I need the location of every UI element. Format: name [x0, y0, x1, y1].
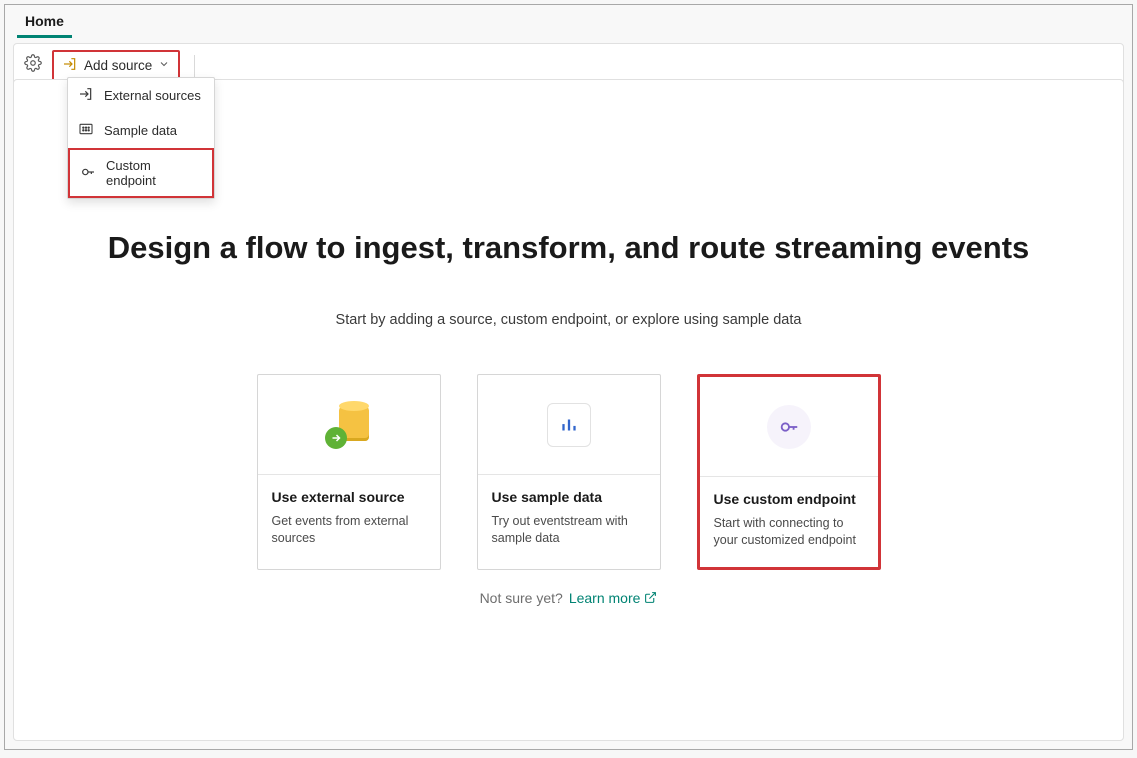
chevron-down-icon: [158, 58, 170, 73]
card-title: Use sample data: [492, 489, 646, 505]
card-title: Use custom endpoint: [714, 491, 864, 507]
arrow-in-icon: [78, 86, 94, 105]
card-sample-data[interactable]: Use sample data Try out eventstream with…: [477, 374, 661, 570]
tab-home[interactable]: Home: [17, 5, 72, 38]
tab-bar: Home: [5, 5, 1132, 39]
page-heading: Design a flow to ingest, transform, and …: [108, 230, 1030, 266]
key-endpoint-icon: [767, 405, 811, 449]
dropdown-item-label: Sample data: [104, 123, 177, 138]
add-source-icon: [62, 56, 78, 75]
database-arrow-icon: [327, 403, 371, 447]
card-icon-area: [700, 377, 878, 477]
page-subheading: Start by adding a source, custom endpoin…: [336, 312, 802, 328]
card-description: Start with connecting to your customized…: [714, 515, 864, 549]
data-grid-icon: [78, 121, 94, 140]
toolbar-divider: [194, 55, 195, 77]
card-custom-endpoint[interactable]: Use custom endpoint Start with connectin…: [697, 374, 881, 570]
key-endpoint-icon: [80, 164, 96, 183]
learn-more-row: Not sure yet? Learn more: [480, 590, 658, 606]
card-external-source[interactable]: Use external source Get events from exte…: [257, 374, 441, 570]
dropdown-item-custom-endpoint[interactable]: Custom endpoint: [68, 148, 214, 198]
dropdown-item-label: External sources: [104, 88, 201, 103]
bar-chart-icon: [547, 403, 591, 447]
add-source-label: Add source: [84, 58, 152, 73]
card-description: Try out eventstream with sample data: [492, 513, 646, 547]
gear-icon[interactable]: [24, 54, 42, 77]
not-sure-text: Not sure yet?: [480, 590, 563, 606]
card-icon-area: [478, 375, 660, 475]
dropdown-item-label: Custom endpoint: [106, 158, 202, 188]
card-title: Use external source: [272, 489, 426, 505]
dropdown-item-sample-data[interactable]: Sample data: [68, 113, 214, 148]
add-source-dropdown: External sources Sample data Custom endp…: [67, 77, 215, 199]
learn-more-link[interactable]: Learn more: [569, 590, 658, 606]
external-link-icon: [644, 591, 657, 604]
card-icon-area: [258, 375, 440, 475]
learn-more-label: Learn more: [569, 590, 641, 606]
dropdown-item-external-sources[interactable]: External sources: [68, 78, 214, 113]
cards-row: Use external source Get events from exte…: [257, 374, 881, 570]
card-description: Get events from external sources: [272, 513, 426, 547]
